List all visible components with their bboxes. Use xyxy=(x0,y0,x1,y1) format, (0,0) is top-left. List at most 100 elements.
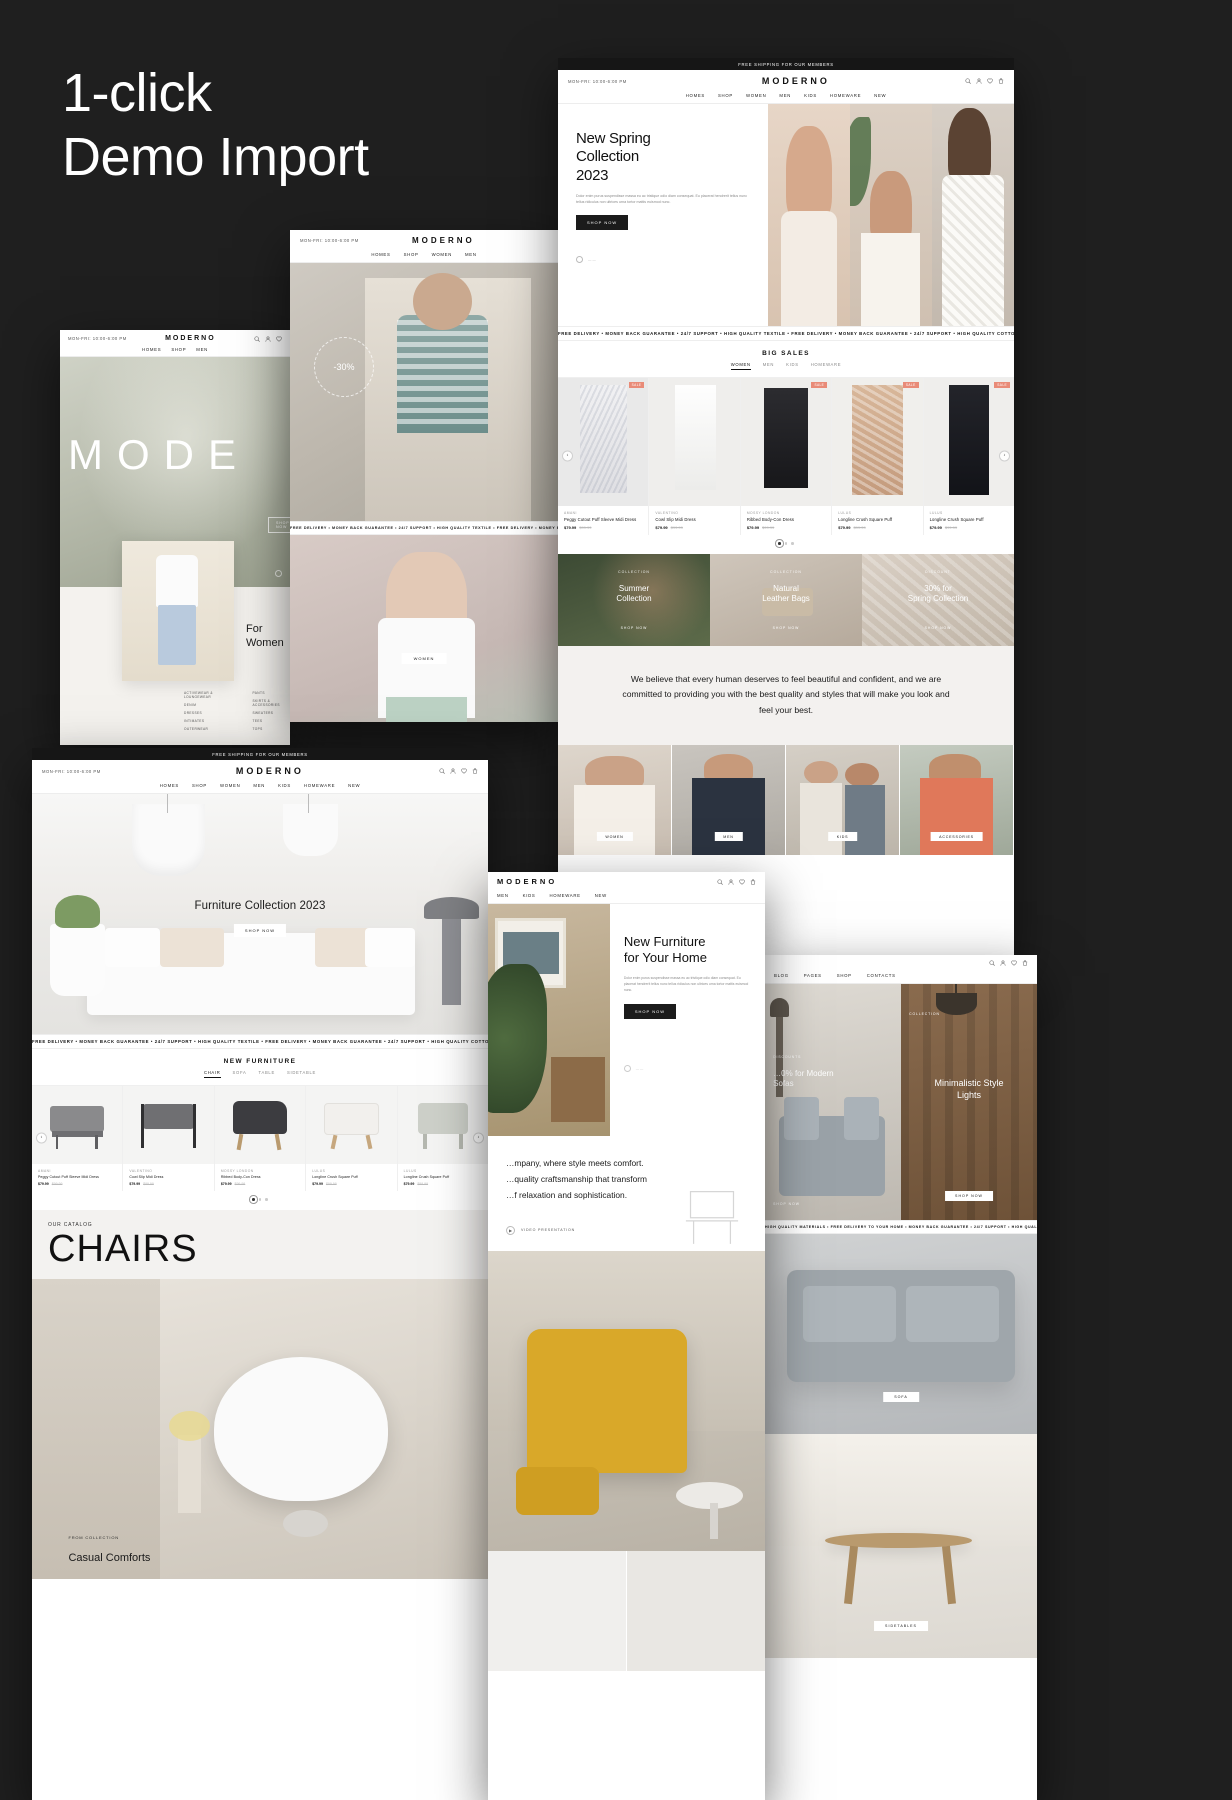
hero-cta-button[interactable]: SHOP NOW xyxy=(233,923,287,937)
hero-cta-button[interactable]: SHOP NOW xyxy=(576,215,629,231)
nav-item-men[interactable]: MEN xyxy=(497,893,509,898)
category-link[interactable]: ACTIVEWEAR & LOUNGEWEAR xyxy=(184,691,230,699)
category-link[interactable]: SWEATERS xyxy=(252,711,290,715)
cart-icon[interactable] xyxy=(998,78,1004,84)
nav-item-new[interactable]: NEW xyxy=(874,93,886,98)
collection-band[interactable]: COLLECTION Summer Collection SHOP NOW xyxy=(558,553,710,646)
heart-icon[interactable] xyxy=(276,336,282,342)
product-image[interactable] xyxy=(306,1085,397,1164)
collection-band[interactable]: DISCOUNT 30% for Spring Collection SHOP … xyxy=(862,553,1014,646)
carousel-dot[interactable] xyxy=(249,1195,258,1203)
carousel-dot[interactable] xyxy=(265,1198,268,1201)
product-card[interactable]: SALE LULUS Longline Crush Square Puff $7… xyxy=(832,377,924,535)
category-tile[interactable]: WOMEN xyxy=(558,745,672,856)
cart-icon[interactable] xyxy=(472,768,478,774)
carousel-dots[interactable] xyxy=(558,535,1014,554)
promo-lights[interactable]: COLLECTION Minimalistic Style Lights SHO… xyxy=(901,984,1037,1220)
tab-women[interactable]: WOMEN xyxy=(730,362,751,370)
nav-item-men[interactable]: MEN xyxy=(253,783,265,788)
nav-item-women[interactable]: WOMEN xyxy=(220,783,240,788)
product-image[interactable] xyxy=(397,1085,488,1164)
nav-item-kids[interactable]: KIDS xyxy=(278,783,291,788)
product-card[interactable]: MOSSY LONDON Ribbed Body-Con Dress $79.9… xyxy=(214,1085,307,1191)
product-card[interactable]: LULUS Longline Crush Square Puff $79.99 $… xyxy=(306,1085,398,1191)
announcement-bar[interactable]: FREE SHIPPING FOR OUR MEMBERS xyxy=(32,748,488,760)
mockup-women-sale[interactable]: MON-FRI: 10:00-6:00 PM MODERNO HOMES SHO… xyxy=(290,230,558,722)
nav-item-blog[interactable]: BLOG xyxy=(774,973,789,978)
mockup-furniture-home[interactable]: FREE SHIPPING FOR OUR MEMBERS MON-FRI: 1… xyxy=(32,748,488,1800)
category-tile[interactable]: KIDS xyxy=(786,745,900,856)
tab-sofa[interactable]: SOFA xyxy=(233,1070,247,1078)
heart-icon[interactable] xyxy=(461,768,467,774)
product-image[interactable] xyxy=(649,377,740,506)
heart-icon[interactable] xyxy=(987,78,993,84)
main-nav[interactable]: HOMES SHOP MEN xyxy=(60,345,290,357)
category-link[interactable]: INTIMATES xyxy=(184,719,230,723)
user-icon[interactable] xyxy=(976,78,982,84)
carousel-dot[interactable] xyxy=(791,542,794,545)
brand-logo[interactable]: MODERNO xyxy=(762,76,830,86)
category-link[interactable]: TOPS xyxy=(252,727,290,731)
product-name[interactable]: Longline Crush Square Puff xyxy=(404,1175,482,1179)
category-pill[interactable]: WOMEN xyxy=(596,832,633,842)
product-image[interactable] xyxy=(32,1085,123,1164)
user-icon[interactable] xyxy=(1000,960,1006,966)
search-icon[interactable] xyxy=(439,768,445,774)
carousel-dots[interactable] xyxy=(32,1191,488,1210)
nav-item-new[interactable]: NEW xyxy=(595,893,607,898)
main-nav[interactable]: HOMES SHOP WOMEN MEN xyxy=(290,249,558,263)
nav-item[interactable]: HOMES xyxy=(142,347,161,352)
search-icon[interactable] xyxy=(989,960,995,966)
product-image[interactable]: SALE xyxy=(832,377,923,506)
user-icon[interactable] xyxy=(265,335,271,342)
product-name[interactable]: Longline Crush Square Puff xyxy=(312,1175,390,1179)
search-icon[interactable] xyxy=(717,878,723,885)
product-name[interactable]: Ribbed Body-Con Dress xyxy=(221,1175,299,1179)
hero-next-arrow[interactable] xyxy=(275,570,282,577)
search-icon[interactable] xyxy=(965,78,971,84)
cart-icon[interactable] xyxy=(1022,960,1028,966)
category-pill[interactable]: SOFA xyxy=(883,1392,919,1402)
category-link-column[interactable]: ACTIVEWEAR & LOUNGEWEAR DENIM DRESSES IN… xyxy=(184,691,230,731)
nav-item[interactable]: SHOP xyxy=(404,252,419,257)
video-label[interactable]: VIDEO PRESENTATION xyxy=(521,1228,575,1232)
hero-prev-arrow[interactable] xyxy=(576,256,583,264)
nav-item-homeware[interactable]: HOMEWARE xyxy=(304,783,335,788)
product-image[interactable]: SALE xyxy=(740,377,832,506)
product-image[interactable]: SALE xyxy=(923,377,1014,506)
bottom-tile[interactable] xyxy=(627,1550,765,1671)
hero-prev-arrow[interactable] xyxy=(623,1065,631,1073)
main-nav[interactable]: HOMES SHOP WOMEN MEN KIDS HOMEWARE NEW xyxy=(558,90,1014,104)
category-link[interactable]: OUTERWEAR xyxy=(184,727,230,731)
category-tile[interactable]: MEN xyxy=(672,745,786,856)
mockup-lights-home[interactable]: BLOG PAGES SHOP CONTACTS DISCOUNTS …0% f… xyxy=(765,955,1037,1800)
promo-cta-button[interactable]: SHOP NOW xyxy=(945,1191,993,1202)
tab-kids[interactable]: KIDS xyxy=(786,362,799,370)
carousel-next-button[interactable]: › xyxy=(999,450,1010,462)
bottom-tile[interactable] xyxy=(488,1550,627,1671)
nav-item-kids[interactable]: KIDS xyxy=(804,93,817,98)
play-icon[interactable]: ▶ xyxy=(506,1225,515,1235)
nav-item-shop[interactable]: SHOP xyxy=(192,783,207,788)
carousel-dot[interactable] xyxy=(258,1198,262,1201)
category-pill[interactable]: SIDETABLES xyxy=(874,1621,928,1632)
brand-logo[interactable]: MODERNO xyxy=(236,766,304,776)
mockup-women-listing[interactable]: MON-FRI: 10:00-6:00 PM MODERNO HOMES SHO… xyxy=(60,330,290,745)
user-icon[interactable] xyxy=(450,768,456,774)
nav-item-contacts[interactable]: CONTACTS xyxy=(867,973,896,978)
nav-item-women[interactable]: WOMEN xyxy=(746,93,766,98)
hero-cta-button[interactable]: SHOP NOW xyxy=(623,1004,677,1020)
category-link[interactable]: PANTS xyxy=(252,691,290,695)
mockup-furniture-landing[interactable]: MODERNO MEN KIDS HOMEWARE NEW New Furnit… xyxy=(488,872,765,1800)
nav-item-shop[interactable]: SHOP xyxy=(718,93,733,98)
category-pill[interactable]: WOMEN xyxy=(401,653,447,664)
band-cta[interactable]: SHOP NOW xyxy=(558,626,710,630)
collection-band[interactable]: COLLECTION Natural Leather Bags SHOP NOW xyxy=(710,553,862,646)
main-nav[interactable]: BLOG PAGES SHOP CONTACTS xyxy=(765,970,1037,984)
nav-item-men[interactable]: MEN xyxy=(779,93,791,98)
category-tabs[interactable]: WOMEN MEN KIDS HOMEWARE xyxy=(558,362,1014,377)
user-icon[interactable] xyxy=(728,878,734,885)
nav-item-new[interactable]: NEW xyxy=(348,783,360,788)
main-nav[interactable]: MEN KIDS HOMEWARE NEW xyxy=(488,890,765,904)
promo-sofas[interactable]: DISCOUNTS …0% for Modern Sofas SHOP NOW xyxy=(765,984,901,1220)
